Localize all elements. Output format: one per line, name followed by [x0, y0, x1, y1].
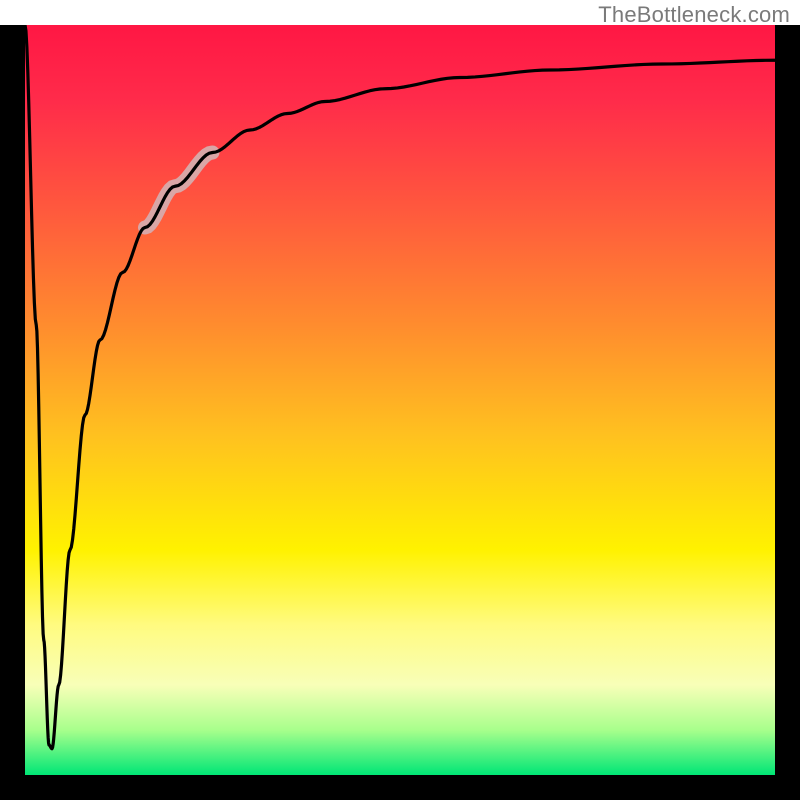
chart-container: TheBottleneck.com: [0, 0, 800, 800]
curve-svg: [25, 25, 775, 775]
bottleneck-curve-line: [25, 25, 775, 749]
watermark-text: TheBottleneck.com: [598, 2, 790, 28]
plot-area: [25, 25, 775, 775]
chart-outer: [0, 0, 800, 800]
